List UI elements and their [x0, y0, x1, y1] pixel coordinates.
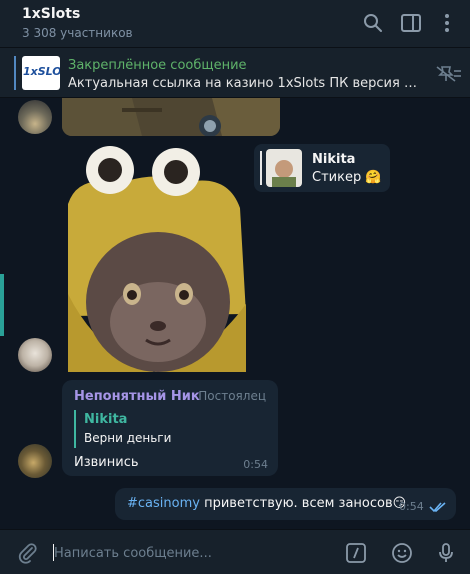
sidebar-toggle-icon[interactable] [400, 12, 422, 34]
message-input[interactable] [54, 542, 314, 564]
reply-indicator [260, 151, 262, 185]
pinned-indicator [14, 56, 16, 90]
sticker-message[interactable] [58, 144, 250, 372]
reply-text: Стикер 🤗 [312, 170, 382, 185]
emoji-icon[interactable] [390, 541, 414, 565]
message-list[interactable]: Nikita Стикер 🤗 Непонятный Ник Постоялец… [0, 98, 470, 529]
message-bubble-outgoing[interactable]: #casinomy приветствую. всем заносов😏 0:5… [115, 488, 456, 520]
pinned-title: Закреплённое сообщение [68, 58, 247, 73]
microphone-icon[interactable] [434, 541, 458, 565]
more-icon[interactable] [436, 12, 458, 34]
member-role: Постоялец [198, 389, 266, 403]
pinned-message[interactable]: 1xSLOT Закреплённое сообщение Актуальная… [0, 48, 470, 98]
attach-icon[interactable] [16, 541, 40, 565]
reply-sender[interactable]: Nikita [84, 412, 127, 427]
avatar[interactable] [18, 338, 52, 372]
pinned-thumbnail-logo: 1xSLOT [23, 65, 60, 78]
message-text: Извинись [74, 455, 139, 470]
chat-title[interactable]: 1xSlots [22, 6, 80, 22]
bot-commands-icon[interactable] [344, 541, 368, 565]
composer [0, 529, 470, 574]
search-icon[interactable] [362, 12, 384, 34]
message-bubble[interactable]: Непонятный Ник Постоялец Nikita Верни де… [62, 380, 278, 476]
reply-sender: Nikita [312, 152, 356, 167]
member-count: 3 308 участников [22, 26, 133, 40]
scrollbar[interactable] [0, 274, 4, 336]
message-body: приветствую. всем заносов😏 [199, 496, 407, 511]
message-time: 0:54 [243, 458, 268, 471]
pinned-thumbnail: 1xSLOT [22, 56, 60, 90]
chat-header[interactable]: 1xSlots 3 308 участников [0, 0, 470, 48]
reply-indicator [74, 410, 76, 448]
double-check-icon [429, 498, 447, 513]
reply-preview[interactable]: Nikita Стикер 🤗 [254, 144, 390, 192]
message-time: 0:54 [399, 500, 424, 513]
pinned-text: Актуальная ссылка на казино 1xSlots ПК в… [68, 76, 418, 91]
hashtag-link[interactable]: #casinomy [127, 496, 200, 511]
photo-message[interactable] [62, 98, 280, 136]
unpin-icon[interactable] [434, 64, 462, 84]
avatar[interactable] [18, 100, 52, 134]
avatar[interactable] [18, 444, 52, 478]
reply-thumbnail [266, 149, 302, 187]
reply-text[interactable]: Верни деньги [84, 431, 171, 445]
message-text: #casinomy приветствую. всем заносов😏 [127, 496, 406, 511]
sender-name[interactable]: Непонятный Ник [74, 389, 200, 404]
